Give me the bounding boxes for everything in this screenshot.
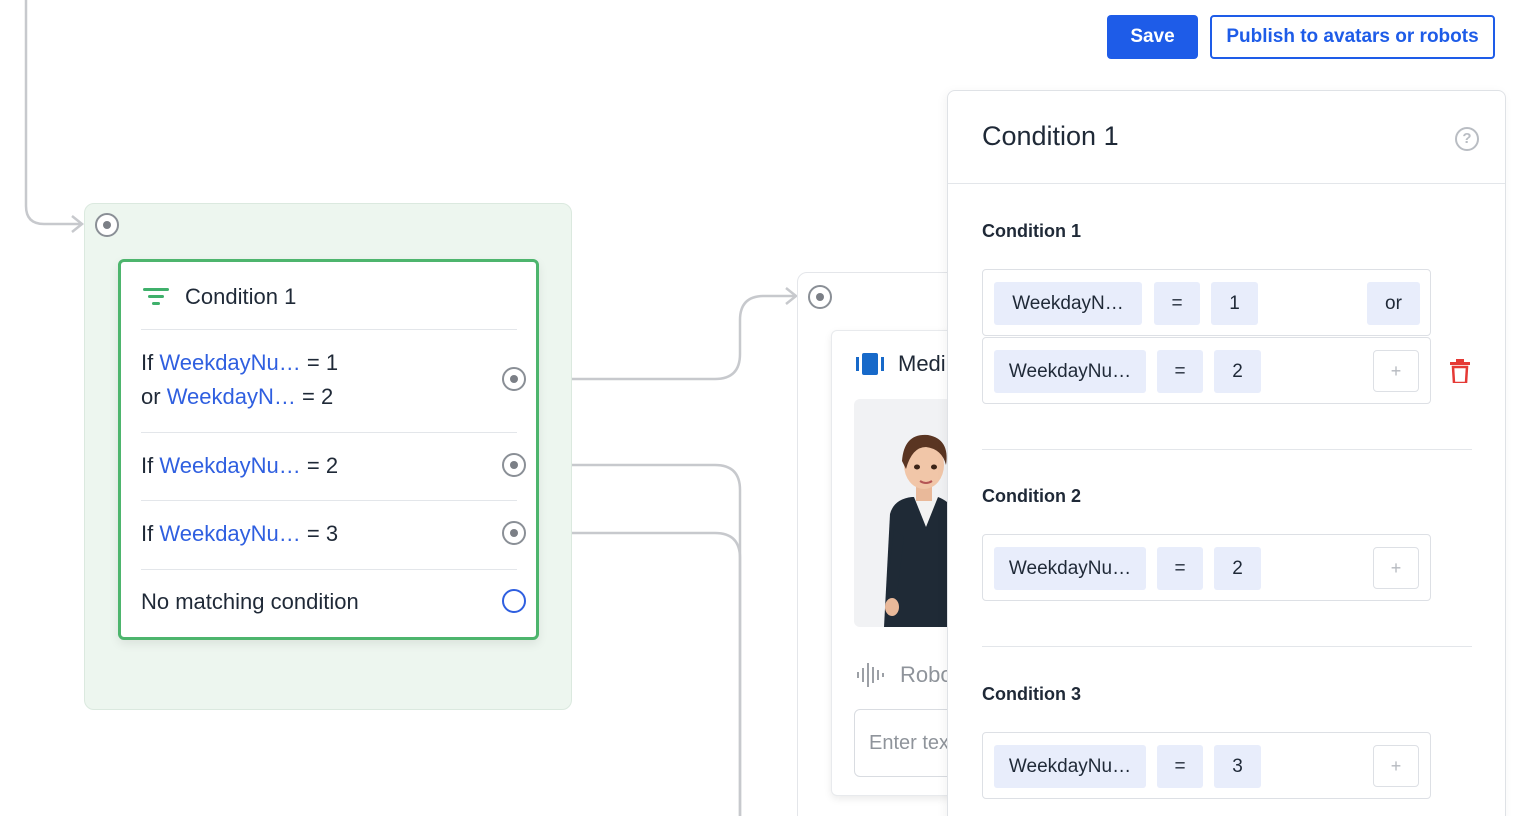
row-op-value: = 2 xyxy=(306,453,339,478)
output-port-3[interactable] xyxy=(502,521,526,545)
delete-icon[interactable] xyxy=(1450,359,1470,383)
section-label: Condition 3 xyxy=(982,684,1081,704)
incoming-connector xyxy=(24,0,80,226)
condition-row-1[interactable]: If WeekdayNu… = 1 or WeekdayN… = 2 xyxy=(141,346,517,414)
robot-voice-label: Robo xyxy=(900,662,953,687)
row-op-value: = 2 xyxy=(302,384,334,409)
variable-select[interactable]: WeekdayNu… xyxy=(994,547,1146,590)
clause-row[interactable]: WeekdayNu… = 3 + xyxy=(982,732,1431,799)
row-prefix: If xyxy=(141,350,154,375)
variable-select[interactable]: WeekdayNu… xyxy=(994,745,1146,788)
connector-condition-1 xyxy=(538,294,795,381)
variable-link[interactable]: WeekdayNu… xyxy=(159,350,300,375)
or-join-button[interactable]: or xyxy=(1367,282,1420,325)
section-label: Condition 2 xyxy=(982,486,1081,506)
row-prefix: or xyxy=(141,384,161,409)
media-node-title: Medi xyxy=(898,351,946,376)
save-button[interactable]: Save xyxy=(1107,15,1198,59)
condition-node[interactable]: Condition 1 If WeekdayNu… = 1 or Weekday… xyxy=(118,259,539,640)
add-clause-button[interactable]: + xyxy=(1373,350,1419,392)
panel-title: Condition 1 xyxy=(982,121,1119,151)
condition-row-2[interactable]: If WeekdayNu… = 2 xyxy=(141,449,517,483)
voice-wave-icon xyxy=(857,663,884,687)
condition-node-header: Condition 1 xyxy=(143,282,296,312)
row-op-value: = 3 xyxy=(306,521,339,546)
output-port-2[interactable] xyxy=(502,453,526,477)
variable-link[interactable]: WeekdayNu… xyxy=(159,453,300,478)
publish-button[interactable]: Publish to avatars or robots xyxy=(1210,15,1495,59)
group-input-port[interactable] xyxy=(95,213,119,237)
robot-voice-row: Robo xyxy=(856,661,953,689)
operator-select[interactable]: = xyxy=(1157,547,1203,590)
operator-select[interactable]: = xyxy=(1157,745,1203,788)
divider xyxy=(141,500,517,501)
media-text-placeholder: Enter tex xyxy=(869,732,950,754)
value-input[interactable]: 2 xyxy=(1214,547,1261,590)
condition-settings-panel: Condition 1 ? Condition 1 WeekdayN… = 1 … xyxy=(947,90,1506,816)
divider xyxy=(141,569,517,570)
arrowhead-icon xyxy=(71,215,85,233)
variable-link[interactable]: WeekdayN… xyxy=(167,384,296,409)
condition-row-3[interactable]: If WeekdayNu… = 3 xyxy=(141,517,517,551)
value-input[interactable]: 2 xyxy=(1214,350,1261,393)
variable-select[interactable]: WeekdayNu… xyxy=(994,350,1146,393)
operator-select[interactable]: = xyxy=(1154,282,1200,325)
value-input[interactable]: 1 xyxy=(1211,282,1258,325)
clause-row[interactable]: WeekdayNu… = 2 + xyxy=(982,534,1431,601)
add-clause-button[interactable]: + xyxy=(1373,745,1419,787)
value-input[interactable]: 3 xyxy=(1214,745,1261,788)
no-match-label: No matching condition xyxy=(141,589,359,614)
media-icon xyxy=(856,353,884,375)
output-port-1[interactable] xyxy=(502,367,526,391)
clause-row[interactable]: WeekdayN… = 1 or xyxy=(982,269,1431,336)
media-node-header: Medi xyxy=(856,351,946,377)
clause-row[interactable]: WeekdayNu… = 2 + xyxy=(982,337,1431,404)
help-icon[interactable]: ? xyxy=(1455,127,1479,151)
variable-link[interactable]: WeekdayNu… xyxy=(159,521,300,546)
media-input-port[interactable] xyxy=(808,285,832,309)
row-op-value: = 1 xyxy=(306,350,339,375)
add-clause-button[interactable]: + xyxy=(1373,547,1419,589)
operator-select[interactable]: = xyxy=(1157,350,1203,393)
filter-icon xyxy=(143,287,169,307)
arrowhead-icon xyxy=(785,287,799,305)
row-prefix: If xyxy=(141,521,154,546)
no-match-row[interactable]: No matching condition xyxy=(141,585,517,619)
condition-node-title: Condition 1 xyxy=(185,284,297,309)
output-port-no-match[interactable] xyxy=(502,589,526,613)
section-label: Condition 1 xyxy=(982,221,1081,241)
section-divider xyxy=(982,449,1472,450)
row-prefix: If xyxy=(141,453,154,478)
divider xyxy=(141,329,517,330)
divider xyxy=(141,432,517,433)
section-divider xyxy=(982,646,1472,647)
panel-header-divider xyxy=(948,183,1505,184)
variable-select[interactable]: WeekdayN… xyxy=(994,282,1142,325)
